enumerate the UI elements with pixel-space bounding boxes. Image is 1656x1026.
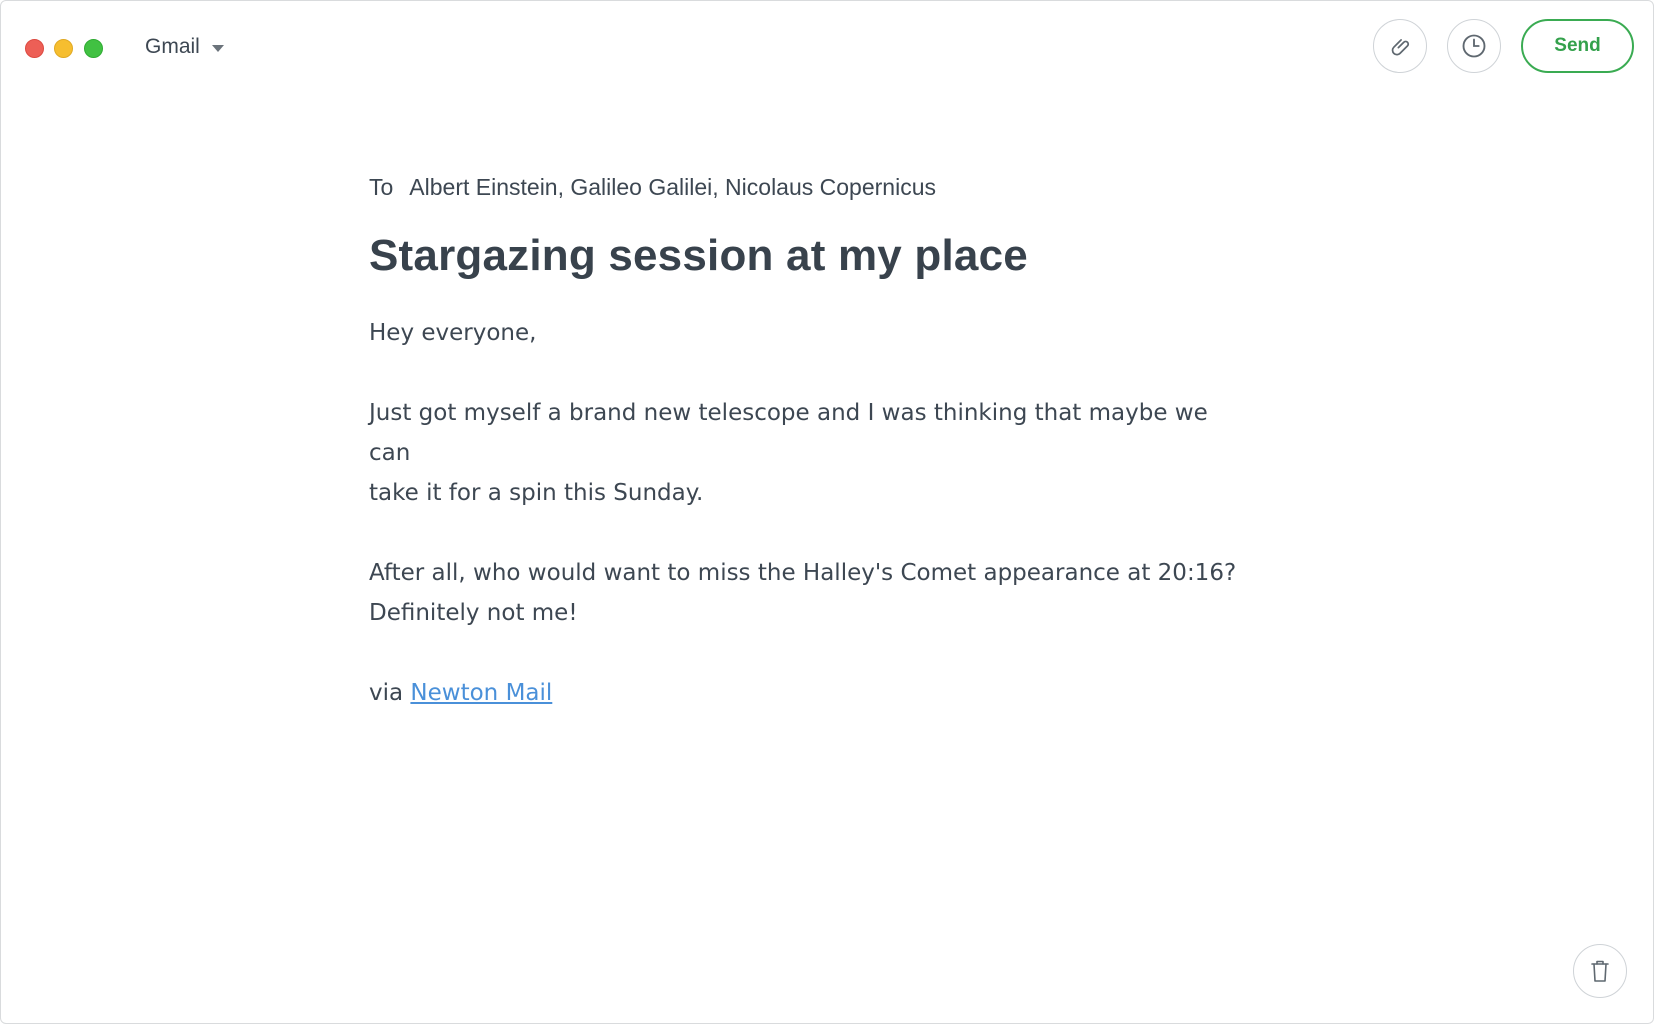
to-label: To	[369, 173, 394, 200]
chevron-down-icon	[211, 44, 224, 52]
message-body[interactable]: Hey everyone, Just got myself a brand ne…	[369, 313, 1249, 713]
paperclip-icon	[1391, 39, 1410, 56]
subject-field[interactable]: Stargazing session at my place	[369, 231, 1249, 281]
signature-prefix: via	[369, 680, 404, 706]
newton-mail-link[interactable]: Newton Mail	[410, 680, 552, 706]
window-close-button[interactable]	[25, 39, 44, 58]
body-line: Just got myself a brand new telescope an…	[369, 400, 1208, 466]
compose-window: Gmail Send To Albert Einstein, Galileo G…	[0, 0, 1654, 1024]
schedule-button[interactable]	[1447, 19, 1501, 73]
delete-draft-button[interactable]	[1573, 944, 1627, 998]
body-paragraph: Just got myself a brand new telescope an…	[369, 393, 1249, 513]
send-button[interactable]: Send	[1521, 19, 1634, 73]
signature: via Newton Mail	[369, 673, 1249, 713]
window-minimize-button[interactable]	[54, 39, 73, 58]
window-maximize-button[interactable]	[84, 39, 103, 58]
recipients-row[interactable]: To Albert Einstein, Galileo Galilei, Nic…	[369, 169, 1249, 205]
clock-icon	[1462, 34, 1486, 58]
body-line: Definitely not me!	[369, 600, 578, 626]
greeting-line: Hey everyone,	[369, 320, 537, 346]
body-paragraph: After all, who would want to miss the Ha…	[369, 553, 1249, 633]
recipients-field[interactable]: Albert Einstein, Galileo Galilei, Nicola…	[409, 174, 936, 201]
account-selector[interactable]: Gmail	[145, 35, 224, 59]
body-line: After all, who would want to miss the Ha…	[369, 560, 1237, 586]
attach-button[interactable]	[1373, 19, 1427, 73]
body-line: take it for a spin this Sunday.	[369, 480, 704, 506]
account-label: Gmail	[145, 35, 200, 58]
compose-area: To Albert Einstein, Galileo Galilei, Nic…	[369, 169, 1249, 753]
trash-icon	[1591, 960, 1609, 982]
